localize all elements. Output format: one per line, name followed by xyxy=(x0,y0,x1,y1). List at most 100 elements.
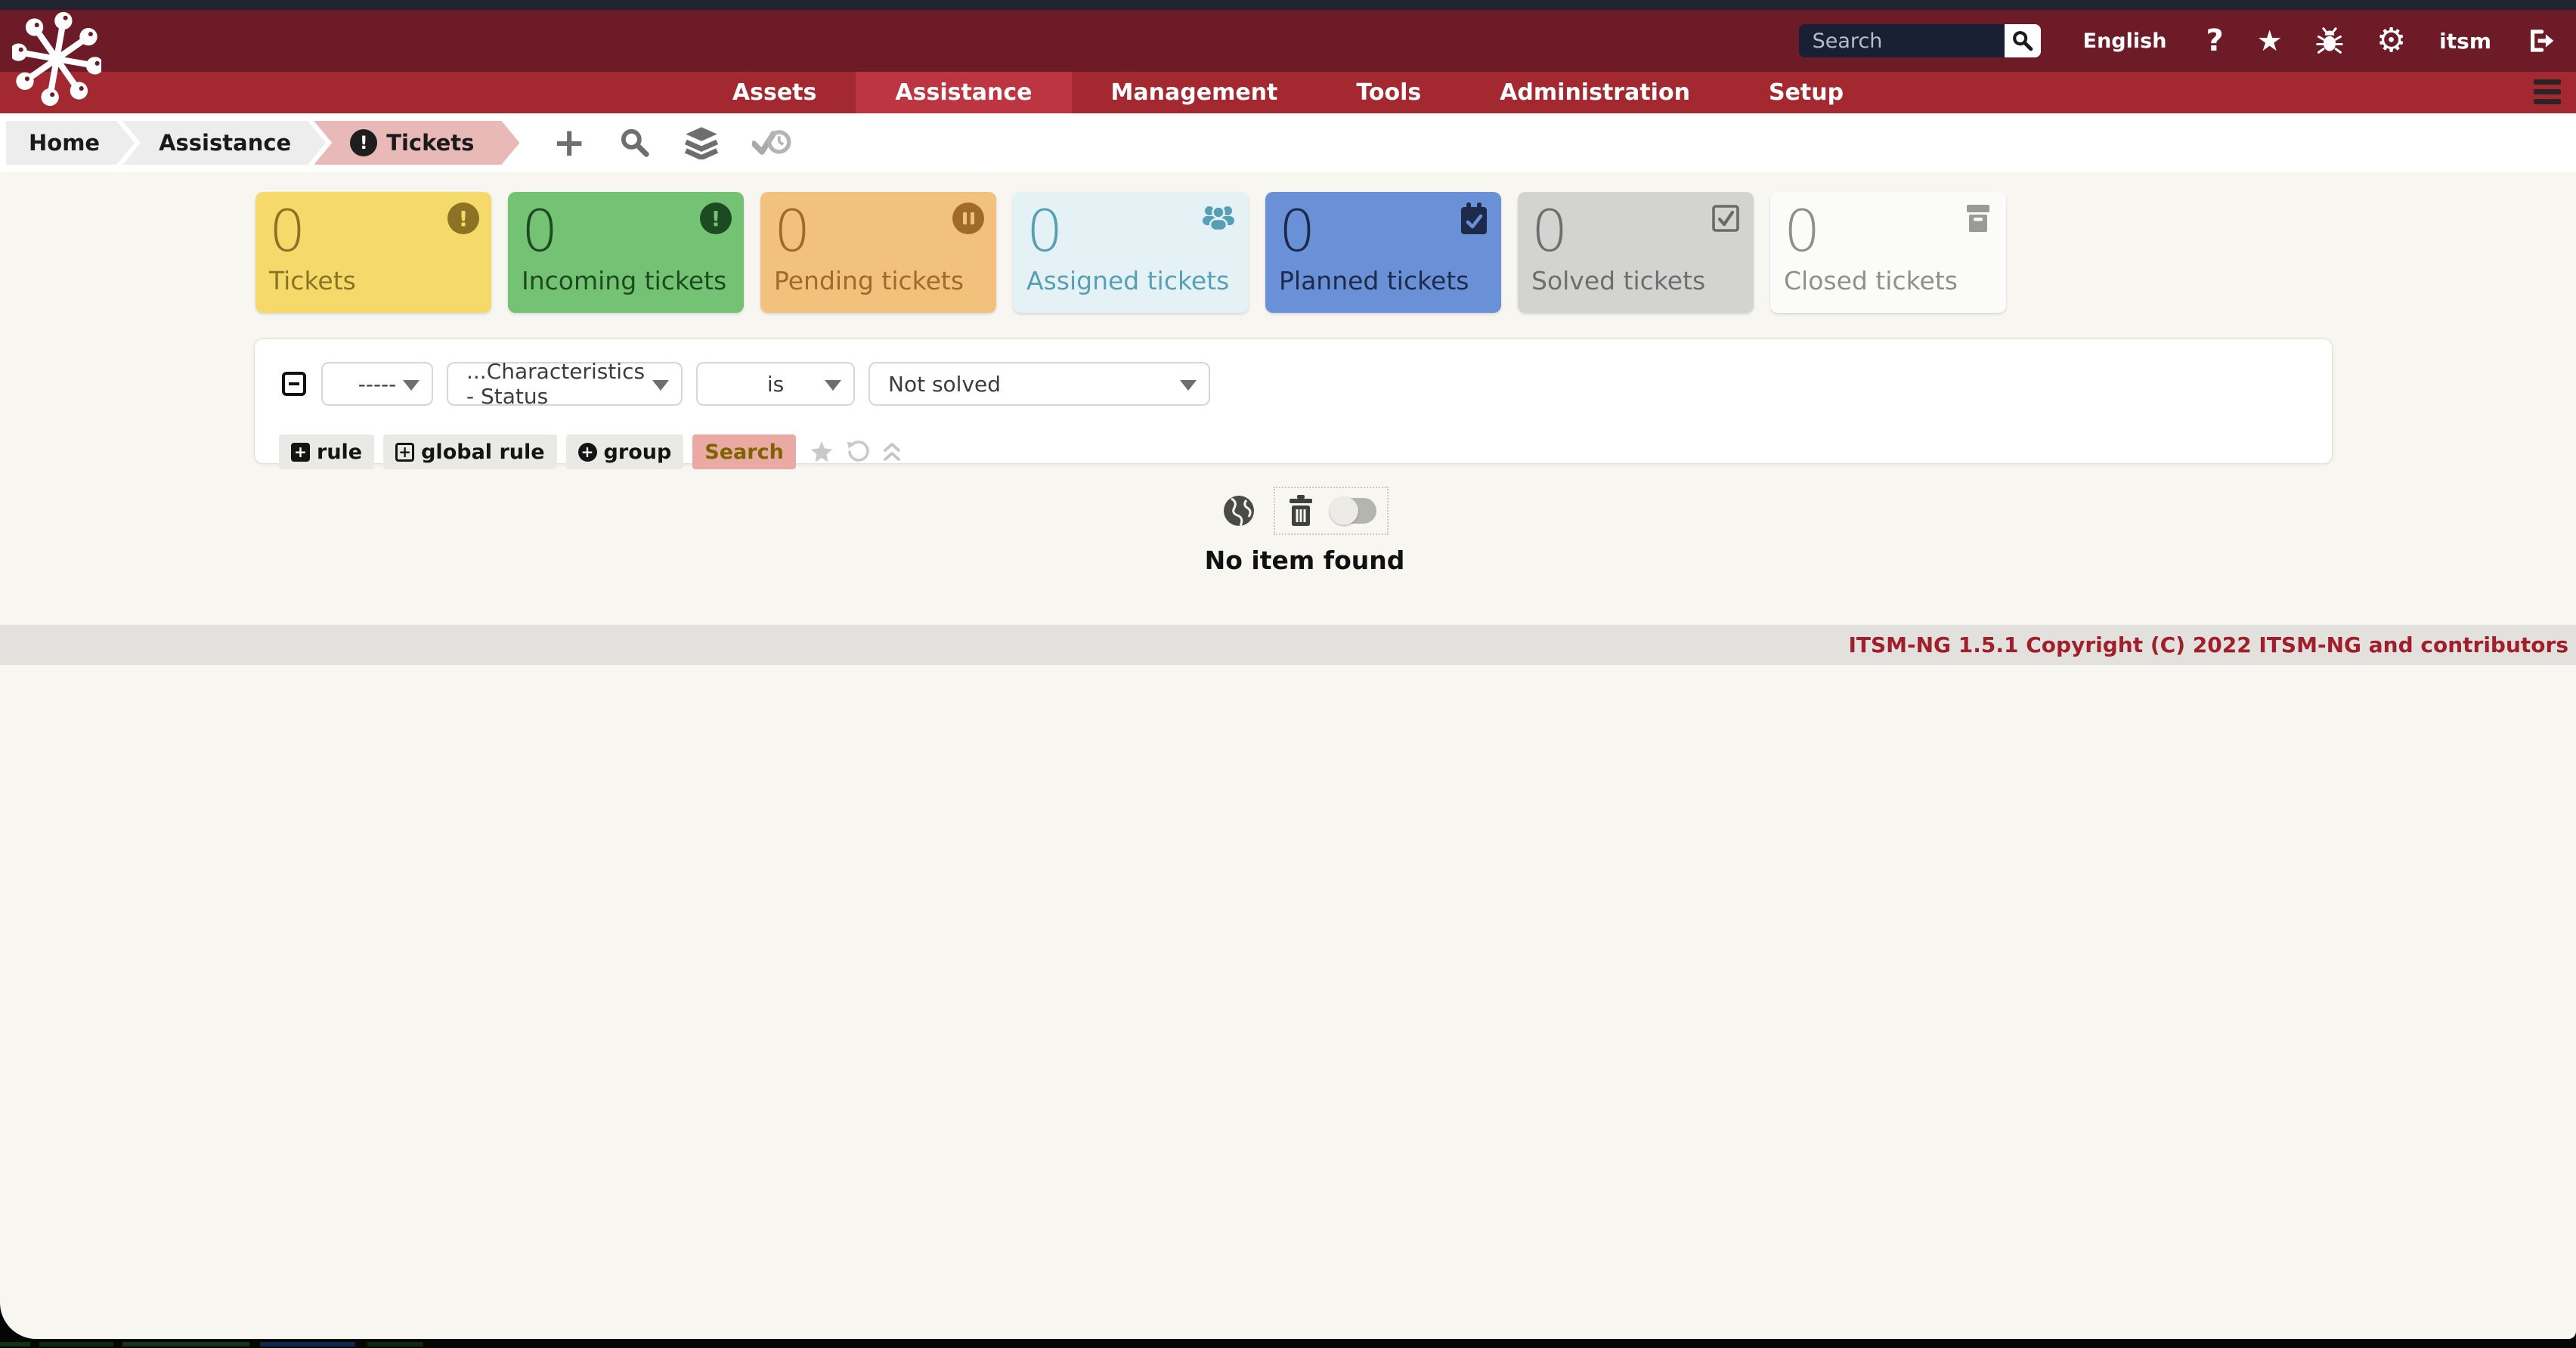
card-label: Assigned tickets xyxy=(1026,266,1235,295)
card-label: Closed tickets xyxy=(1784,266,1992,295)
itsm-ng-logo-icon[interactable] xyxy=(12,11,101,107)
chevron-down-icon xyxy=(1180,380,1197,391)
validation-check-clock-icon[interactable] xyxy=(752,127,791,159)
browser-top-strip xyxy=(0,0,2576,10)
app-window: English ? ★ ⚙ itsm xyxy=(0,0,2576,1339)
ticket-status-cards: 0 Tickets ! 0 Incoming tickets ! 0 Pendi… xyxy=(255,192,2576,313)
checkbox-check-icon xyxy=(1710,203,1742,234)
search-submit-button[interactable]: Search xyxy=(692,434,796,469)
card-label: Solved tickets xyxy=(1531,266,1740,295)
criteria-condition-value: is xyxy=(767,372,784,397)
card-count: 0 xyxy=(522,201,730,261)
language-selector[interactable]: English xyxy=(2083,29,2167,53)
nav-item-assets[interactable]: Assets xyxy=(693,72,856,113)
bookmark-save-icon[interactable] xyxy=(810,440,834,464)
main-content: 0 Tickets ! 0 Incoming tickets ! 0 Pendi… xyxy=(0,192,2576,575)
global-rule-button-label: global rule xyxy=(421,441,544,464)
pause-circle-icon xyxy=(952,203,984,234)
chevron-down-icon xyxy=(825,380,841,391)
add-group-button[interactable]: + group xyxy=(566,434,684,469)
nav-item-tools[interactable]: Tools xyxy=(1317,72,1460,113)
footer: ITSM-NG 1.5.1 Copyright (C) 2022 ITSM-NG… xyxy=(0,625,2576,665)
breadcrumb-home[interactable]: Home xyxy=(6,121,135,165)
breadcrumb-tickets[interactable]: ! Tickets xyxy=(314,121,519,165)
breadcrumb-assistance-label: Assistance xyxy=(159,130,291,156)
star-glyph: ★ xyxy=(2257,26,2283,55)
breadcrumb-tickets-label: Tickets xyxy=(386,130,474,156)
nav-item-management[interactable]: Management xyxy=(1072,72,1317,113)
criteria-value-select[interactable]: Not solved xyxy=(868,362,1210,406)
nav-item-setup[interactable]: Setup xyxy=(1729,72,1883,113)
card-label: Tickets xyxy=(269,266,478,295)
exclamation-circle-icon: ! xyxy=(700,203,732,234)
card-count: 0 xyxy=(269,201,478,261)
card-solved-tickets[interactable]: 0 Solved tickets xyxy=(1518,192,1754,313)
card-count: 0 xyxy=(1784,201,1992,261)
breadcrumb-home-label: Home xyxy=(29,130,100,156)
footer-copyright-link[interactable]: ITSM-NG 1.5.1 Copyright (C) 2022 ITSM-NG… xyxy=(1848,632,2568,657)
global-search-button[interactable] xyxy=(2005,24,2041,57)
search-criteria-panel: ----- ...Characteristics - Status is Not… xyxy=(254,339,2333,464)
ticket-exclamation-icon: ! xyxy=(350,129,377,156)
toggle-switch[interactable] xyxy=(1330,498,1376,524)
global-search-input[interactable] xyxy=(1799,24,2005,57)
templates-layers-icon[interactable] xyxy=(684,126,719,159)
nav-item-assistance[interactable]: Assistance xyxy=(856,72,1071,113)
gear-glyph: ⚙ xyxy=(2376,24,2406,57)
bug-report-icon[interactable] xyxy=(2316,27,2343,54)
criteria-row: ----- ...Characteristics - Status is Not… xyxy=(280,362,1210,406)
card-assigned-tickets[interactable]: 0 Assigned tickets xyxy=(1013,192,1249,313)
add-ticket-icon[interactable]: + xyxy=(553,123,586,162)
header-bar: English ? ★ ⚙ itsm xyxy=(0,10,2576,72)
plus-square-icon: + xyxy=(291,443,310,462)
rule-button-label: rule xyxy=(317,441,362,464)
collapse-criteria-icon[interactable] xyxy=(280,370,308,397)
add-global-rule-button[interactable]: + global rule xyxy=(383,434,556,469)
saved-search-tools xyxy=(810,440,902,464)
settings-gear-icon[interactable]: ⚙ xyxy=(2376,24,2406,57)
main-nav: Assets Assistance Management Tools Admin… xyxy=(0,72,2576,113)
card-label: Incoming tickets xyxy=(522,266,730,295)
card-label: Planned tickets xyxy=(1279,266,1488,295)
criteria-field-select[interactable]: ...Characteristics - Status xyxy=(447,362,683,406)
trash-icon[interactable] xyxy=(1286,494,1316,527)
criteria-logic-select[interactable]: ----- xyxy=(321,362,433,406)
nav-item-administration[interactable]: Administration xyxy=(1460,72,1729,113)
mass-action-box xyxy=(1274,487,1389,535)
ticket-toolbar: + xyxy=(553,123,791,162)
user-menu[interactable]: itsm xyxy=(2439,29,2491,54)
card-pending-tickets[interactable]: 0 Pending tickets xyxy=(760,192,996,313)
collapse-up-icon[interactable] xyxy=(882,441,902,463)
help-icon[interactable]: ? xyxy=(2206,23,2223,58)
card-planned-tickets[interactable]: 0 Planned tickets xyxy=(1265,192,1501,313)
search-icon xyxy=(2011,29,2034,52)
add-rule-button[interactable]: + rule xyxy=(279,434,374,469)
calendar-check-icon xyxy=(1459,203,1489,236)
card-label: Pending tickets xyxy=(774,266,983,295)
criteria-value-text: Not solved xyxy=(888,372,1001,397)
empty-results-message: No item found xyxy=(1205,546,1405,575)
card-tickets[interactable]: 0 Tickets ! xyxy=(255,192,491,313)
hamburger-menu-icon[interactable] xyxy=(2534,79,2564,109)
logout-icon[interactable] xyxy=(2526,26,2555,55)
bookmark-star-icon[interactable]: ★ xyxy=(2257,26,2283,55)
toggle-knob xyxy=(1330,496,1358,525)
globe-icon[interactable] xyxy=(1221,493,1257,529)
results-area: No item found xyxy=(17,487,2576,575)
criteria-logic-value: ----- xyxy=(358,372,397,397)
breadcrumb: Home Assistance ! Tickets + xyxy=(0,113,2576,172)
global-search xyxy=(1799,24,2041,57)
reset-search-icon[interactable] xyxy=(846,440,870,464)
help-glyph: ? xyxy=(2206,23,2223,58)
card-closed-tickets[interactable]: 0 Closed tickets xyxy=(1770,192,2006,313)
criteria-condition-select[interactable]: is xyxy=(696,362,855,406)
breadcrumb-assistance[interactable]: Assistance xyxy=(122,121,326,165)
search-tickets-icon[interactable] xyxy=(619,127,651,159)
users-icon xyxy=(1200,203,1237,233)
card-incoming-tickets[interactable]: 0 Incoming tickets ! xyxy=(508,192,744,313)
archive-box-icon xyxy=(1962,203,1994,234)
chevron-down-icon xyxy=(652,380,669,391)
group-button-label: group xyxy=(604,441,672,464)
results-toolbar xyxy=(1221,487,1389,535)
criteria-buttons-row: + rule + global rule + group Search xyxy=(279,434,902,469)
